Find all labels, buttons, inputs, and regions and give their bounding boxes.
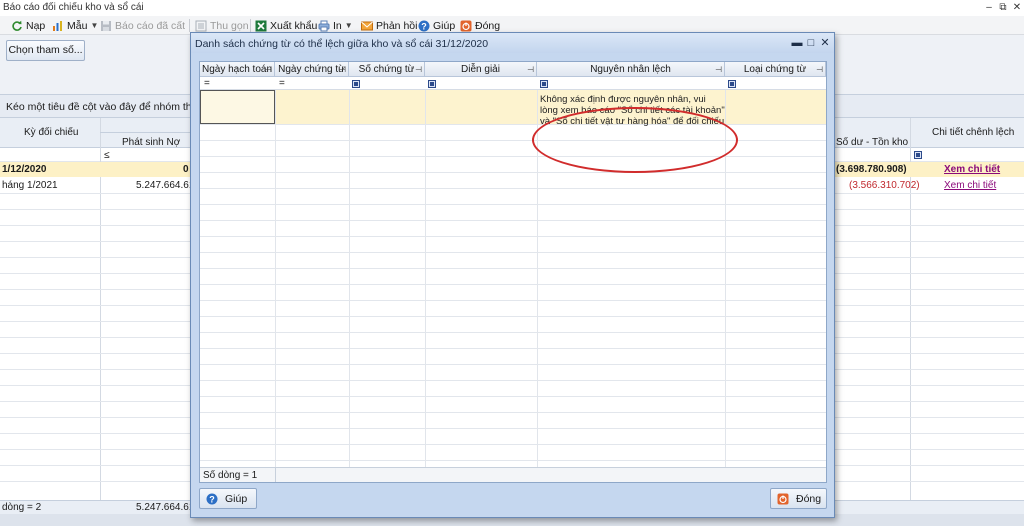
table-row[interactable] (200, 90, 826, 124)
nap-label: Nạp (26, 19, 46, 32)
filter-box[interactable] (540, 80, 548, 88)
pin-icon[interactable]: ⊣ (527, 62, 534, 77)
collapse-button[interactable]: Thu gọn (195, 18, 249, 33)
filter-le-operator[interactable]: ≤ (104, 150, 110, 161)
svg-text:?: ? (209, 494, 215, 504)
voucher-grid-header: Ngày hạch toán ⊣ Ngày chứng từ ⊣ Số chứng … (200, 62, 826, 77)
chart-icon (52, 20, 64, 32)
pin-icon[interactable]: ⊣ (816, 62, 823, 77)
col-loai-chung-tu[interactable]: Loại chứng từ ⊣ (725, 62, 826, 77)
pin-icon[interactable]: ⊣ (715, 62, 722, 77)
print-button[interactable]: In ▼ (318, 18, 353, 33)
dialog-close-label: Đóng (796, 492, 822, 505)
col-ngay-chung-tu[interactable]: Ngày chứng từ ⊣ (275, 62, 349, 77)
filter-eq-operator[interactable]: = (279, 77, 285, 90)
col-dien-giai[interactable]: Diễn giải ⊣ (425, 62, 537, 77)
col-nguyen-nhan-lech[interactable]: Nguyên nhân lệch ⊣ (537, 62, 725, 77)
minimize-button[interactable]: – (982, 1, 996, 14)
print-label: In (333, 19, 342, 32)
col-label: Ngày chứng từ (278, 64, 345, 75)
dialog-minimize-button[interactable]: ▬ (791, 36, 803, 50)
col-label: Diễn giải (461, 64, 500, 75)
help-toolbar-label: Giúp (433, 19, 456, 32)
collapse-icon (195, 20, 207, 32)
printer-icon (318, 20, 330, 32)
help-icon: ? (418, 20, 430, 32)
feedback-button[interactable]: Phản hồi (361, 18, 417, 33)
dialog-help-button[interactable]: ? Giúp (199, 488, 257, 509)
mail-icon (361, 20, 373, 32)
pin-icon[interactable]: ⊣ (415, 62, 422, 77)
row-count: dòng = 2 (2, 502, 42, 513)
pin-icon[interactable]: ⊣ (339, 62, 346, 77)
row-so-du: (3.566.310.702) (849, 180, 920, 191)
main-window-titlebar: Báo cáo đối chiếu kho và sổ cái – ⧉ ✕ (0, 0, 1024, 16)
col-label: Ngày hạch toán (201, 64, 273, 75)
main-window-title: Báo cáo đối chiếu kho và sổ cái (3, 2, 144, 13)
help-icon: ? (206, 493, 218, 505)
choose-parameters-button[interactable]: Chọn tham số... (6, 40, 85, 61)
dialog-close-button[interactable]: ✕ (819, 36, 831, 50)
close-toolbar-label: Đóng (475, 19, 501, 32)
col-label: Nguyên nhân lệch (590, 64, 671, 75)
voucher-filter-row: = = (200, 77, 826, 90)
dialog-close-button-bottom[interactable]: Đóng (770, 488, 827, 509)
chevron-down-icon: ▼ (90, 21, 99, 30)
power-icon (460, 20, 472, 32)
col-so-du-ton-kho[interactable]: Số dư - Tồn kho (836, 137, 908, 148)
close-window-button[interactable]: ✕ (1010, 1, 1024, 14)
col-phat-sinh-no[interactable]: Phát sinh Nợ (122, 137, 180, 148)
view-detail-link[interactable]: Xem chi tiết (944, 180, 996, 191)
saved-report-label: Báo cáo đã cất (115, 19, 186, 32)
dialog-help-label: Giúp (225, 492, 248, 505)
col-ngay-hach-toan[interactable]: Ngày hạch toán ⊣ (200, 62, 275, 77)
svg-text:?: ? (421, 21, 427, 31)
export-button[interactable]: Xuất khẩu (255, 18, 317, 33)
mau-button[interactable]: Mẫu ▼ (52, 18, 98, 33)
voucher-grid: Ngày hạch toán ⊣ Ngày chứng từ ⊣ Số chứng … (199, 61, 827, 483)
voucher-row-count: Số dòng = 1 (203, 470, 258, 481)
col-label: Loại chứng từ (743, 64, 807, 75)
col-chi-tiet-chenh-lech[interactable]: Chi tiết chênh lệch (932, 127, 1014, 138)
export-label: Xuất khẩu (270, 19, 318, 32)
col-so-chung-tu[interactable]: Số chứng từ ⊣ (349, 62, 425, 77)
dialog-titlebar[interactable]: Danh sách chứng từ có thể lệch giữa kho … (191, 33, 834, 53)
restore-button[interactable]: ⧉ (996, 1, 1010, 14)
filter-eq-operator[interactable]: = (204, 77, 210, 90)
filter-box-chi-tiet[interactable] (914, 151, 922, 159)
dialog-title: Danh sách chứng từ có thể lệch giữa kho … (195, 38, 489, 50)
chevron-down-icon: ▼ (344, 21, 353, 30)
highlight-ellipse (532, 107, 738, 173)
help-toolbar-button[interactable]: ? Giúp (418, 18, 455, 33)
filter-box[interactable] (728, 80, 736, 88)
voucher-grid-footer: Số dòng = 1 (200, 467, 826, 482)
col-label: Số chứng từ (358, 64, 415, 75)
save-icon (100, 20, 112, 32)
row-ky: háng 1/2021 (2, 180, 58, 191)
pin-icon[interactable]: ⊣ (265, 62, 272, 77)
row-so-du: (3.698.780.908) (836, 164, 907, 175)
filter-box[interactable] (352, 80, 360, 88)
view-detail-link[interactable]: Xem chi tiết (944, 164, 1000, 175)
excel-icon (255, 20, 267, 32)
selected-cell[interactable] (200, 90, 275, 124)
group-by-hint: Kéo một tiêu đề cột vào đây để nhóm theo… (6, 101, 218, 113)
filter-box[interactable] (428, 80, 436, 88)
mau-label: Mẫu (67, 19, 88, 32)
discrepancy-dialog: Danh sách chứng từ có thể lệch giữa kho … (190, 32, 835, 518)
collapse-label: Thu gọn (210, 19, 249, 32)
nap-button[interactable]: Nạp (11, 18, 45, 33)
close-toolbar-button[interactable]: Đóng (460, 18, 500, 33)
col-ky-doi-chieu[interactable]: Kỳ đối chiếu (24, 127, 78, 138)
power-icon (777, 493, 789, 505)
feedback-label: Phản hồi (376, 19, 418, 32)
row-phat-sinh-no: 0 (183, 164, 189, 175)
row-ky: 1/12/2020 (2, 164, 47, 175)
saved-report-button[interactable]: Báo cáo đã cất (100, 18, 185, 33)
refresh-icon (11, 20, 23, 32)
dialog-maximize-button[interactable]: □ (805, 36, 817, 50)
